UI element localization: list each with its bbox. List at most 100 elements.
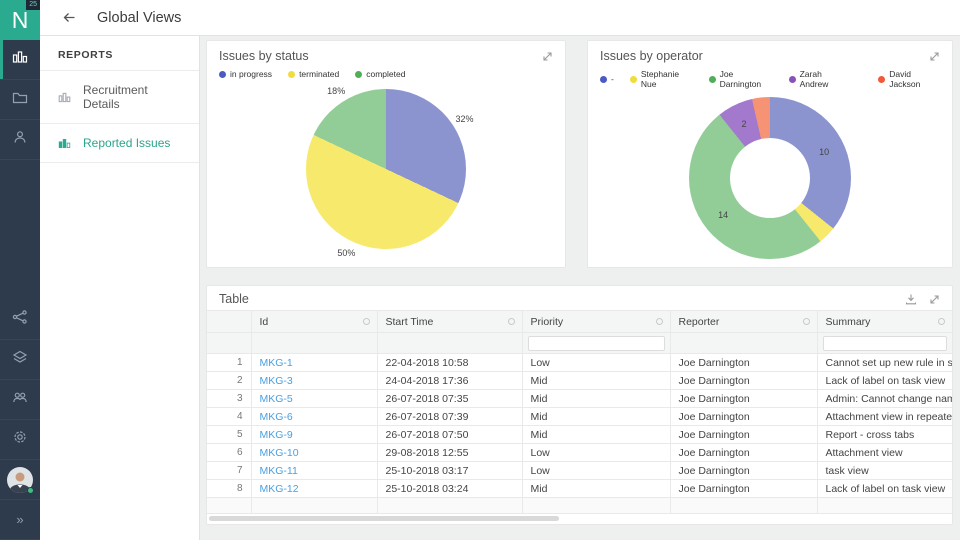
donut-hole xyxy=(730,138,810,218)
column-filter-icon[interactable] xyxy=(938,318,945,325)
column-header-summary[interactable]: Summary xyxy=(817,311,952,333)
legend-dot xyxy=(789,76,796,83)
table-filter-row xyxy=(207,333,952,354)
column-header-id[interactable]: Id xyxy=(251,311,377,333)
download-icon[interactable] xyxy=(905,293,917,305)
table-row[interactable]: 7 MKG-11 25-10-2018 03:17 Low Joe Darnin… xyxy=(207,462,952,480)
page-title: Global Views xyxy=(97,10,181,26)
legend-dot xyxy=(878,76,885,83)
status-pie-stage: 32% 50% 18% xyxy=(207,79,565,259)
legend-item[interactable]: completed xyxy=(355,69,405,79)
status-legend: in progress terminated completed xyxy=(207,65,565,79)
report-item-label: Recruitment Details xyxy=(83,83,181,111)
legend-label: Zarah Andrew xyxy=(800,69,849,89)
legend-label: Joe Darnington xyxy=(720,69,773,89)
sidebar-item-profile[interactable] xyxy=(0,460,40,500)
sidebar-spacer xyxy=(0,160,40,300)
scrollbar-thumb[interactable] xyxy=(209,516,559,521)
app-root: N 25 xyxy=(0,0,960,540)
legend-dot xyxy=(288,71,295,78)
gear-icon xyxy=(12,429,28,450)
status-pie-chart[interactable] xyxy=(306,89,466,249)
issue-link[interactable]: MKG-1 xyxy=(260,357,293,369)
issue-link[interactable]: MKG-10 xyxy=(260,447,299,459)
sidebar-item-folders[interactable] xyxy=(0,80,40,120)
priority-filter-input[interactable] xyxy=(528,336,665,351)
legend-item[interactable]: - xyxy=(600,69,614,89)
slice-label: 14 xyxy=(718,210,728,220)
report-item-recruitment-details[interactable]: Recruitment Details xyxy=(40,71,199,124)
horizontal-scrollbar xyxy=(207,514,952,524)
legend-item[interactable]: Stephanie Nue xyxy=(630,69,693,89)
column-filter-icon[interactable] xyxy=(508,318,515,325)
online-status-dot xyxy=(27,487,34,494)
dashboard-main: Issues by status in progress xyxy=(200,36,960,540)
sidebar-item-settings[interactable] xyxy=(0,420,40,460)
table-row[interactable]: 5 MKG-9 26-07-2018 07:50 Mid Joe Darning… xyxy=(207,426,952,444)
legend-label: Stephanie Nue xyxy=(641,69,693,89)
expand-icon[interactable] xyxy=(542,51,553,62)
people-icon xyxy=(12,389,28,410)
report-item-reported-issues[interactable]: Reported Issues xyxy=(40,124,199,163)
legend-dot xyxy=(355,71,362,78)
column-header-start-time[interactable]: Start Time xyxy=(377,311,522,333)
app-logo[interactable]: N 25 xyxy=(0,0,40,40)
double-chevron-right-icon: » xyxy=(16,512,23,527)
sidebar-item-users[interactable] xyxy=(0,120,40,160)
operator-donut-chart[interactable] xyxy=(689,97,851,259)
expand-icon[interactable] xyxy=(929,293,940,305)
table-row[interactable]: 1 MKG-1 22-04-2018 10:58 Low Joe Darning… xyxy=(207,354,952,372)
slice-label: 32% xyxy=(455,114,473,124)
issue-link[interactable]: MKG-3 xyxy=(260,375,293,387)
back-button[interactable] xyxy=(62,10,77,25)
bar-chart-icon xyxy=(58,91,71,104)
sidebar-item-share[interactable] xyxy=(0,300,40,340)
column-filter-icon[interactable] xyxy=(656,318,663,325)
back-arrow-icon xyxy=(62,10,77,25)
empty-table-row xyxy=(207,498,952,514)
legend-label: in progress xyxy=(230,69,272,79)
slice-label: 18% xyxy=(327,86,345,96)
expand-icon[interactable] xyxy=(929,51,940,62)
legend-item[interactable]: Joe Darnington xyxy=(709,69,773,89)
sidebar-item-reports[interactable] xyxy=(0,40,40,80)
notification-badge: 25 xyxy=(26,0,40,10)
legend-dot xyxy=(630,76,637,83)
column-header-reporter[interactable]: Reporter xyxy=(670,311,817,333)
sidebar-item-groups[interactable] xyxy=(0,380,40,420)
column-header-priority[interactable]: Priority xyxy=(522,311,670,333)
card-title: Table xyxy=(219,292,249,306)
slice-label: 2 xyxy=(741,119,746,129)
issue-link[interactable]: MKG-11 xyxy=(260,465,298,477)
legend-item[interactable]: terminated xyxy=(288,69,339,79)
table-card: Table xyxy=(206,285,953,525)
sidebar-collapse-button[interactable]: » xyxy=(0,500,40,540)
column-filter-icon[interactable] xyxy=(363,318,370,325)
row-number-header xyxy=(207,311,251,333)
table-row[interactable]: 3 MKG-5 26-07-2018 07:35 Mid Joe Darning… xyxy=(207,390,952,408)
legend-item[interactable]: in progress xyxy=(219,69,272,79)
issue-link[interactable]: MKG-9 xyxy=(260,429,293,441)
icon-sidebar: N 25 xyxy=(0,0,40,540)
bar-chart-icon xyxy=(12,49,28,70)
table-row[interactable]: 6 MKG-10 29-08-2018 12:55 Low Joe Darnin… xyxy=(207,444,952,462)
logo-letter: N xyxy=(12,7,29,34)
legend-label: - xyxy=(611,74,614,84)
table-row[interactable]: 4 MKG-6 26-07-2018 07:39 Mid Joe Darning… xyxy=(207,408,952,426)
bar-chart-icon xyxy=(58,137,71,150)
table-row[interactable]: 8 MKG-12 25-10-2018 03:24 Mid Joe Darnin… xyxy=(207,480,952,498)
summary-filter-input[interactable] xyxy=(823,336,948,351)
legend-item[interactable]: David Jackson xyxy=(878,69,940,89)
issue-link[interactable]: MKG-12 xyxy=(260,483,299,495)
legend-item[interactable]: Zarah Andrew xyxy=(789,69,849,89)
issue-link[interactable]: MKG-5 xyxy=(260,393,293,405)
table-row[interactable]: 2 MKG-3 24-04-2018 17:36 Mid Joe Darning… xyxy=(207,372,952,390)
operator-donut-stage: 10142 xyxy=(588,89,952,269)
reports-panel-title: REPORTS xyxy=(40,36,199,71)
issues-by-operator-card: Issues by operator - xyxy=(587,40,953,268)
issue-link[interactable]: MKG-6 xyxy=(260,411,293,423)
slice-label: 50% xyxy=(337,248,355,258)
layers-icon xyxy=(12,349,28,370)
sidebar-item-layers[interactable] xyxy=(0,340,40,380)
column-filter-icon[interactable] xyxy=(803,318,810,325)
